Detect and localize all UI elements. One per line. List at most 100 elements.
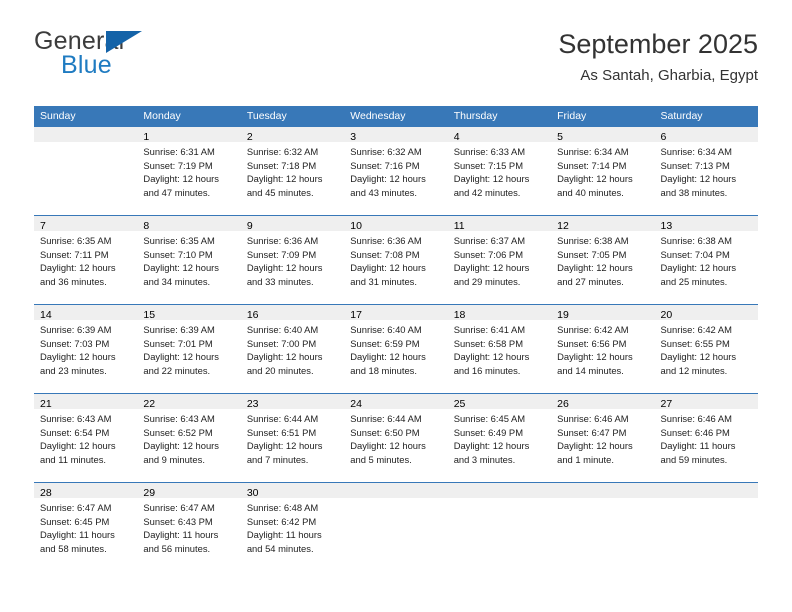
daylight-text-line1: Daylight: 12 hours	[350, 440, 426, 451]
day-number: 20	[660, 309, 673, 321]
day-cell[interactable]	[447, 483, 552, 571]
week-row: 21 Sunrise: 6:43 AM Sunset: 6:54 PM Dayl…	[34, 393, 758, 482]
day-cell[interactable]: 7 Sunrise: 6:35 AM Sunset: 7:11 PM Dayli…	[34, 216, 138, 304]
day-number-band: 30	[240, 483, 345, 499]
daylight-text-line2: and 58 minutes.	[40, 542, 107, 554]
sunrise-text: Sunrise: 6:44 AM	[246, 413, 319, 424]
daylight-text-line2: and 33 minutes.	[246, 275, 314, 287]
day-cell[interactable]: 28 Sunrise: 6:47 AM Sunset: 6:45 PM Dayl…	[34, 483, 138, 571]
daylight-text-line1: Daylight: 12 hours	[350, 351, 426, 362]
day-info: Sunrise: 6:43 AM Sunset: 6:54 PM Dayligh…	[34, 409, 137, 466]
sunset-text: Sunset: 7:05 PM	[557, 248, 627, 260]
day-number-band	[447, 483, 552, 498]
day-cell[interactable]: 29 Sunrise: 6:47 AM Sunset: 6:43 PM Dayl…	[137, 483, 241, 571]
daylight-text-line2: and 7 minutes.	[246, 453, 309, 465]
sunset-text: Sunset: 7:01 PM	[143, 337, 213, 349]
day-cell[interactable]: 10 Sunrise: 6:36 AM Sunset: 7:08 PM Dayl…	[344, 216, 448, 304]
day-cell[interactable]: 23 Sunrise: 6:44 AM Sunset: 6:51 PM Dayl…	[240, 394, 345, 482]
daylight-text-line2: and 18 minutes.	[350, 364, 417, 376]
day-number: 18	[453, 309, 466, 321]
day-number: 15	[143, 309, 156, 321]
day-info: Sunrise: 6:44 AM Sunset: 6:51 PM Dayligh…	[241, 409, 344, 466]
day-cell[interactable]: 25 Sunrise: 6:45 AM Sunset: 6:49 PM Dayl…	[447, 394, 552, 482]
daylight-text-line1: Daylight: 12 hours	[557, 173, 633, 184]
day-number: 30	[246, 487, 259, 499]
day-info: Sunrise: 6:47 AM Sunset: 6:43 PM Dayligh…	[137, 498, 240, 555]
day-cell[interactable]: 3 Sunrise: 6:32 AM Sunset: 7:16 PM Dayli…	[344, 127, 448, 215]
day-info	[655, 498, 758, 501]
day-cell[interactable]: 11 Sunrise: 6:37 AM Sunset: 7:06 PM Dayl…	[447, 216, 552, 304]
day-cell[interactable]: 15 Sunrise: 6:39 AM Sunset: 7:01 PM Dayl…	[137, 305, 241, 393]
sunrise-text: Sunrise: 6:35 AM	[40, 235, 112, 246]
daylight-text-line1: Daylight: 12 hours	[143, 173, 219, 184]
day-cell[interactable]: 13 Sunrise: 6:38 AM Sunset: 7:04 PM Dayl…	[654, 216, 758, 304]
daylight-text-line2: and 47 minutes.	[143, 186, 211, 198]
day-cell[interactable]: 1 Sunrise: 6:31 AM Sunset: 7:19 PM Dayli…	[137, 127, 241, 215]
day-cell[interactable]: 8 Sunrise: 6:35 AM Sunset: 7:10 PM Dayli…	[137, 216, 241, 304]
sunrise-text: Sunrise: 6:40 AM	[350, 324, 422, 335]
daylight-text-line2: and 25 minutes.	[660, 275, 728, 287]
day-number-band: 4	[447, 127, 552, 143]
day-info: Sunrise: 6:39 AM Sunset: 7:03 PM Dayligh…	[34, 320, 137, 377]
daylight-text-line2: and 45 minutes.	[246, 186, 314, 198]
day-cell[interactable]: 21 Sunrise: 6:43 AM Sunset: 6:54 PM Dayl…	[34, 394, 138, 482]
daylight-text-line2: and 9 minutes.	[143, 453, 205, 465]
day-cell[interactable]: 18 Sunrise: 6:41 AM Sunset: 6:58 PM Dayl…	[447, 305, 552, 393]
weekday-header-wednesday: Wednesday	[350, 110, 406, 122]
day-info: Sunrise: 6:32 AM Sunset: 7:16 PM Dayligh…	[344, 142, 447, 199]
day-cell[interactable]: 12 Sunrise: 6:38 AM Sunset: 7:05 PM Dayl…	[551, 216, 655, 304]
day-info	[344, 498, 447, 501]
sunrise-text: Sunrise: 6:43 AM	[143, 413, 215, 424]
day-cell[interactable]: 2 Sunrise: 6:32 AM Sunset: 7:18 PM Dayli…	[240, 127, 345, 215]
day-number: 9	[246, 220, 253, 232]
brand-logo[interactable]: General Blue	[34, 28, 264, 88]
day-cell[interactable]: 9 Sunrise: 6:36 AM Sunset: 7:09 PM Dayli…	[240, 216, 345, 304]
day-cell[interactable]: 20 Sunrise: 6:42 AM Sunset: 6:55 PM Dayl…	[654, 305, 758, 393]
sunset-text: Sunset: 7:15 PM	[453, 159, 523, 171]
weekday-header-saturday: Saturday	[660, 110, 703, 122]
day-number-band: 25	[447, 394, 552, 410]
day-info: Sunrise: 6:37 AM Sunset: 7:06 PM Dayligh…	[448, 231, 551, 288]
day-cell[interactable]: 27 Sunrise: 6:46 AM Sunset: 6:46 PM Dayl…	[654, 394, 758, 482]
day-cell[interactable]: 5 Sunrise: 6:34 AM Sunset: 7:14 PM Dayli…	[551, 127, 655, 215]
daylight-text-line2: and 34 minutes.	[143, 275, 211, 287]
day-cell[interactable]: 26 Sunrise: 6:46 AM Sunset: 6:47 PM Dayl…	[551, 394, 655, 482]
daylight-text-line2: and 56 minutes.	[143, 542, 211, 554]
day-cell[interactable]: 30 Sunrise: 6:48 AM Sunset: 6:42 PM Dayl…	[240, 483, 345, 571]
day-cell[interactable]: 19 Sunrise: 6:42 AM Sunset: 6:56 PM Dayl…	[551, 305, 655, 393]
day-cell[interactable]: 4 Sunrise: 6:33 AM Sunset: 7:15 PM Dayli…	[447, 127, 552, 215]
day-cell[interactable]: 6 Sunrise: 6:34 AM Sunset: 7:13 PM Dayli…	[654, 127, 758, 215]
day-info	[551, 498, 654, 501]
day-info: Sunrise: 6:43 AM Sunset: 6:52 PM Dayligh…	[137, 409, 240, 466]
day-number-band: 9	[240, 216, 345, 232]
day-cell[interactable]: 17 Sunrise: 6:40 AM Sunset: 6:59 PM Dayl…	[344, 305, 448, 393]
day-number-band: 27	[654, 394, 758, 410]
daylight-text-line1: Daylight: 11 hours	[660, 440, 736, 451]
daylight-text-line2: and 54 minutes.	[246, 542, 314, 554]
daylight-text-line1: Daylight: 12 hours	[660, 262, 737, 273]
day-cell[interactable]: 16 Sunrise: 6:40 AM Sunset: 7:00 PM Dayl…	[240, 305, 345, 393]
weekday-header-tuesday: Tuesday	[246, 110, 287, 122]
day-cell[interactable]	[551, 483, 655, 571]
daylight-text-line2: and 29 minutes.	[453, 275, 521, 287]
brand-name-blue: Blue	[61, 51, 112, 79]
day-info: Sunrise: 6:38 AM Sunset: 7:04 PM Dayligh…	[655, 231, 758, 288]
sunrise-text: Sunrise: 6:32 AM	[350, 146, 422, 157]
day-cell[interactable]: 14 Sunrise: 6:39 AM Sunset: 7:03 PM Dayl…	[34, 305, 138, 393]
day-cell[interactable]: 24 Sunrise: 6:44 AM Sunset: 6:50 PM Dayl…	[344, 394, 448, 482]
daylight-text-line1: Daylight: 12 hours	[246, 173, 323, 184]
daylight-text-line1: Daylight: 12 hours	[557, 262, 633, 273]
daylight-text-line1: Daylight: 12 hours	[453, 173, 530, 184]
daylight-text-line1: Daylight: 12 hours	[557, 440, 633, 451]
day-number: 25	[453, 398, 466, 410]
day-cell[interactable]	[34, 127, 138, 215]
daylight-text-line2: and 1 minute.	[557, 453, 614, 465]
day-cell[interactable]	[344, 483, 448, 571]
day-cell[interactable]	[654, 483, 758, 571]
day-info: Sunrise: 6:36 AM Sunset: 7:08 PM Dayligh…	[344, 231, 447, 288]
day-number-band: 11	[447, 216, 552, 232]
sunset-text: Sunset: 6:51 PM	[246, 426, 317, 438]
sunrise-text: Sunrise: 6:46 AM	[660, 413, 732, 424]
day-cell[interactable]: 22 Sunrise: 6:43 AM Sunset: 6:52 PM Dayl…	[137, 394, 241, 482]
day-number: 6	[660, 131, 667, 143]
